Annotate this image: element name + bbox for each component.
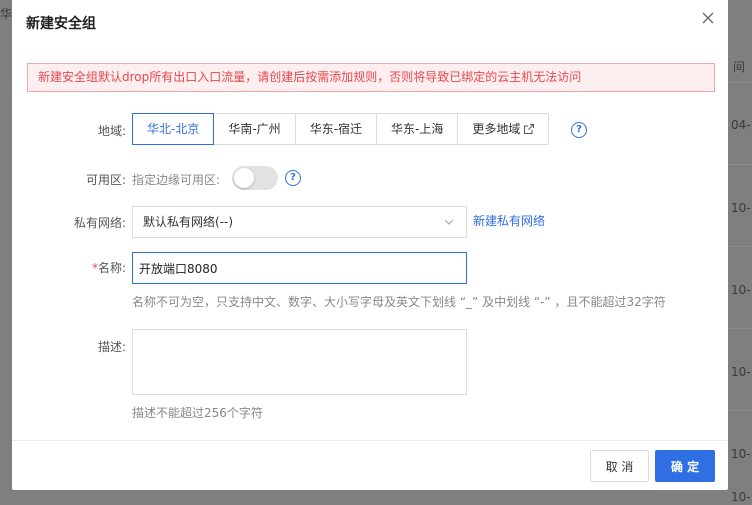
az-help-icon[interactable]: ?: [285, 170, 301, 186]
name-input[interactable]: [132, 252, 467, 284]
bg-row-cell: 10-: [731, 201, 751, 215]
more-regions-label: 更多地域: [472, 122, 521, 136]
edge-az-hint: 指定边缘可用区:: [132, 173, 221, 187]
description-label: 描述:: [97, 340, 126, 354]
az-label: 可用区:: [85, 173, 126, 187]
footer-divider: [12, 440, 728, 441]
name-hint: 名称不可为空，只支持中文、数字、大小写字母及英文下划线 “_” 及中划线 “-”…: [132, 295, 666, 309]
description-textarea[interactable]: [132, 329, 467, 395]
region-option-suqian[interactable]: 华东-宿迁: [294, 113, 378, 145]
create-security-group-dialog: 新建安全组 新建安全组默认drop所有出口入口流量，请创建后按需添加规则，否则将…: [12, 0, 728, 490]
region-option-beijing[interactable]: 华北-北京: [132, 113, 215, 145]
dialog-header: 新建安全组: [12, 0, 728, 42]
bg-row-cell: 04-: [731, 118, 751, 132]
bg-row-cell: 10-: [731, 447, 751, 461]
name-label: *名称:: [12, 259, 126, 276]
region-option-more[interactable]: 更多地域: [457, 113, 550, 145]
vpc-label: 私有网络:: [73, 216, 126, 230]
edge-az-toggle[interactable]: [232, 166, 278, 190]
new-vpc-link[interactable]: 新建私有网络: [473, 212, 545, 229]
description-hint: 描述不能超过256个字符: [132, 406, 263, 420]
bg-row-cell: 10-: [731, 365, 751, 379]
chevron-down-icon: [444, 219, 454, 225]
bg-row-cell: 10-: [731, 283, 751, 297]
bg-row-cell: 10-: [731, 490, 751, 504]
vpc-select[interactable]: 默认私有网络(--): [132, 206, 467, 238]
region-option-guangzhou[interactable]: 华南-广州: [213, 113, 296, 145]
cancel-button[interactable]: 取 消: [590, 450, 649, 482]
external-link-icon: [524, 124, 535, 134]
bg-top-text: 华: [0, 7, 13, 21]
vpc-selected-value: 默认私有网络(--): [143, 215, 234, 229]
region-help-icon[interactable]: ?: [571, 122, 587, 138]
dialog-title: 新建安全组: [26, 16, 96, 32]
bg-column-header: 间: [733, 60, 746, 74]
close-icon[interactable]: [700, 10, 716, 26]
region-selector: 华北-北京 华南-广州 华东-宿迁 华东-上海 更多地域: [132, 113, 550, 145]
name-label-text: 名称:: [97, 261, 126, 275]
region-option-shanghai[interactable]: 华东-上海: [376, 113, 459, 145]
warning-banner: 新建安全组默认drop所有出口入口流量，请创建后按需添加规则，否则将导致已绑定的…: [27, 63, 715, 92]
confirm-button[interactable]: 确 定: [655, 450, 715, 482]
region-label: 地域:: [97, 124, 126, 138]
toggle-knob: [234, 168, 254, 188]
